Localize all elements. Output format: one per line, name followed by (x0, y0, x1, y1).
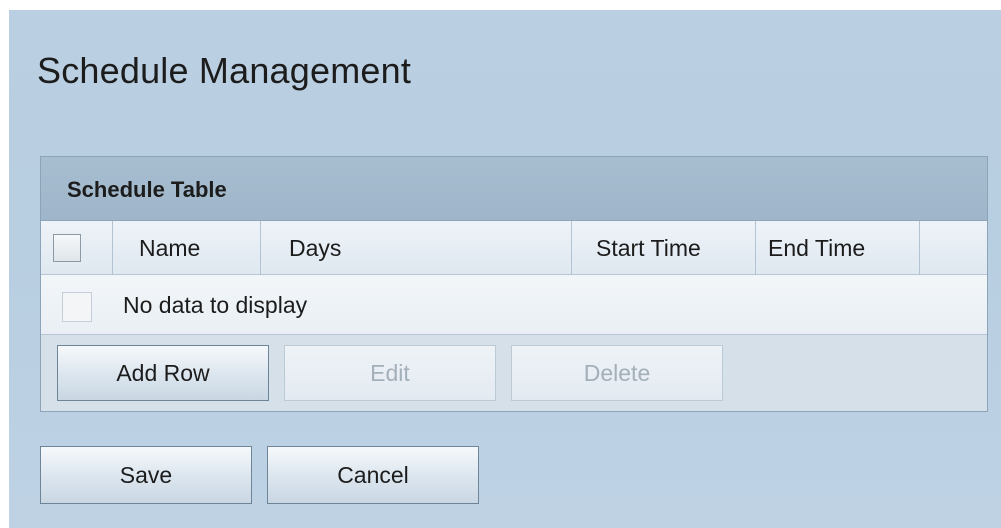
content-panel: Schedule Management Schedule Table Name … (9, 10, 1001, 528)
schedule-table: Schedule Table Name Days Start Time End … (40, 156, 988, 412)
table-header-row: Name Days Start Time End Time (41, 221, 987, 275)
column-header-days[interactable]: Days (261, 221, 572, 275)
add-row-button[interactable]: Add Row (57, 345, 269, 401)
edit-button[interactable]: Edit (284, 345, 496, 401)
table-row-empty: No data to display (41, 275, 987, 335)
save-button[interactable]: Save (40, 446, 252, 504)
column-header-end-time[interactable]: End Time (756, 221, 920, 275)
table-caption-label: Schedule Table (67, 177, 227, 202)
table-button-bar: Add Row Edit Delete (41, 335, 987, 411)
column-header-name[interactable]: Name (113, 221, 261, 275)
select-all-checkbox[interactable] (53, 234, 81, 262)
page-title: Schedule Management (37, 50, 412, 91)
row-checkbox (62, 292, 92, 322)
delete-button[interactable]: Delete (511, 345, 723, 401)
column-header-start-time[interactable]: Start Time (572, 221, 756, 275)
table-caption: Schedule Table (41, 157, 987, 221)
empty-message: No data to display (123, 292, 308, 318)
cancel-button[interactable]: Cancel (267, 446, 479, 504)
select-all-cell (41, 221, 113, 275)
